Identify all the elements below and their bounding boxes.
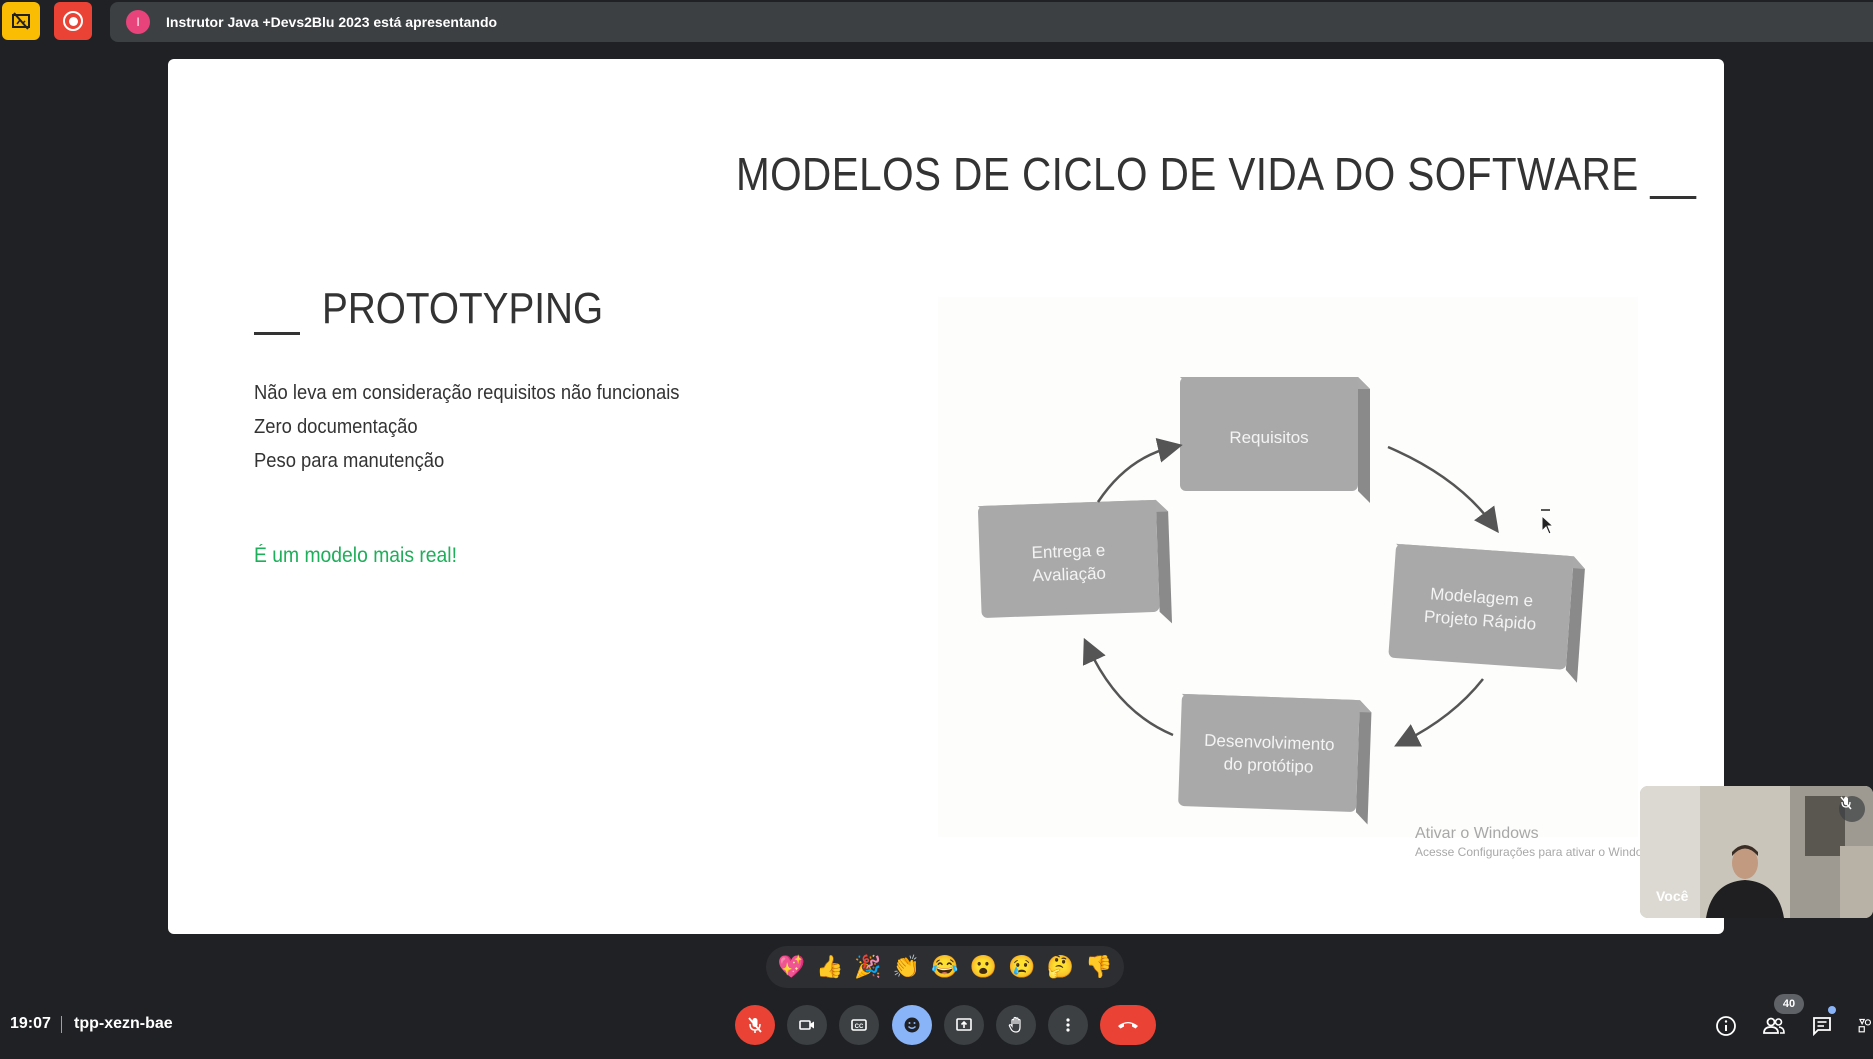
diagram-box-desenvolvimento: Desenvolvimento do protótipo bbox=[1178, 693, 1372, 825]
bullet-item: Peso para manutenção bbox=[254, 450, 445, 472]
meeting-details-button[interactable] bbox=[1713, 1013, 1739, 1039]
more-options-button[interactable] bbox=[1048, 1005, 1088, 1045]
bullet-list: Não leva em consideração requisitos não … bbox=[254, 376, 717, 478]
reactions-button[interactable] bbox=[892, 1005, 932, 1045]
emoji-icon bbox=[904, 1017, 920, 1033]
activities-icon bbox=[1858, 1018, 1872, 1033]
microphone-toggle-button[interactable] bbox=[735, 1005, 775, 1045]
reaction-clap[interactable]: 👏 bbox=[893, 956, 920, 978]
presenter-avatar: I bbox=[126, 10, 150, 34]
end-call-icon bbox=[1118, 1022, 1138, 1029]
hide-tile-icon bbox=[12, 12, 30, 30]
cycle-arrow bbox=[1096, 438, 1183, 503]
raise-hand-icon bbox=[1008, 1016, 1021, 1033]
self-video-tile[interactable]: Você bbox=[1640, 786, 1873, 918]
camera-toggle-button[interactable] bbox=[787, 1005, 827, 1045]
unread-indicator bbox=[1828, 1006, 1836, 1014]
diagram-box-requisitos: Requisitos bbox=[1180, 377, 1370, 503]
captions-button[interactable]: CC bbox=[839, 1005, 879, 1045]
presenting-text: Instrutor Java +Devs2Blu 2023 está apres… bbox=[166, 14, 498, 30]
recording-icon bbox=[63, 11, 83, 31]
reaction-sad[interactable]: 😢 bbox=[1008, 956, 1035, 978]
watermark-title: Ativar o Windows bbox=[1415, 825, 1539, 842]
svg-text:CC: CC bbox=[855, 1024, 864, 1030]
presenting-banner: I Instrutor Java +Devs2Blu 2023 está apr… bbox=[110, 2, 1873, 42]
self-name-label: Você bbox=[1656, 888, 1689, 904]
slide-title: MODELOS DE CICLO DE VIDA DO SOFTWARE __ bbox=[735, 148, 1696, 200]
cycle-arrow bbox=[1394, 678, 1484, 747]
reaction-thumbs-up[interactable]: 👍 bbox=[816, 956, 843, 978]
prototyping-cycle-diagram: Requisitos Modelagem e Projeto Rápido De… bbox=[938, 297, 1638, 837]
windows-activation-watermark: Ativar o Windows Acesse Configurações pa… bbox=[1415, 825, 1642, 859]
reaction-laugh[interactable]: 😂 bbox=[931, 956, 958, 978]
reaction-party[interactable]: 🎉 bbox=[854, 956, 881, 978]
raise-hand-button[interactable] bbox=[996, 1005, 1036, 1045]
box-label: Requisitos bbox=[1229, 428, 1308, 447]
top-bar: I Instrutor Java +Devs2Blu 2023 está apr… bbox=[0, 0, 1873, 42]
box-label: do protótipo bbox=[1223, 754, 1313, 776]
people-icon bbox=[1763, 1017, 1785, 1034]
participant-count-badge: 40 bbox=[1774, 994, 1804, 1014]
meeting-clock: 19:07 bbox=[10, 1015, 51, 1032]
more-vert-icon bbox=[1066, 1018, 1070, 1032]
presentation-slide: MODELOS DE CICLO DE VIDA DO SOFTWARE __ … bbox=[168, 59, 1724, 934]
reaction-thinking[interactable]: 🤔 bbox=[1047, 956, 1074, 978]
reactions-bar: 💖 👍 🎉 👏 😂 😮 😢 🤔 👎 bbox=[766, 946, 1124, 988]
mouse-cursor-icon bbox=[1541, 509, 1555, 535]
present-screen-icon bbox=[956, 1018, 972, 1031]
camera-icon bbox=[799, 1020, 814, 1030]
hide-tile-button[interactable] bbox=[2, 2, 40, 40]
diagram-box-entrega: Entrega e Avaliação bbox=[977, 499, 1173, 624]
watermark-subtitle: Acesse Configurações para ativar o Windo bbox=[1415, 845, 1643, 859]
box-label: Entrega e bbox=[1031, 541, 1105, 563]
self-mic-indicator bbox=[1839, 796, 1865, 822]
chat-button[interactable] bbox=[1809, 1013, 1835, 1039]
mic-off-icon bbox=[748, 1017, 762, 1033]
chat-icon bbox=[1813, 1017, 1831, 1037]
reaction-thumbs-down[interactable]: 👎 bbox=[1085, 956, 1112, 978]
diagram-box-modelagem: Modelagem e Projeto Rápido bbox=[1388, 543, 1585, 683]
section-underline bbox=[254, 332, 300, 335]
activities-button[interactable] bbox=[1857, 1013, 1873, 1039]
cycle-arrow bbox=[1082, 637, 1174, 737]
present-screen-button[interactable] bbox=[944, 1005, 984, 1045]
reaction-heart[interactable]: 💖 bbox=[778, 956, 805, 978]
recording-button[interactable] bbox=[54, 2, 92, 40]
divider bbox=[61, 1016, 62, 1033]
box-label: Avaliação bbox=[1032, 564, 1106, 586]
meeting-code: tpp-xezn-bae bbox=[74, 1015, 173, 1032]
cycle-arrow bbox=[1387, 445, 1499, 534]
people-button[interactable] bbox=[1761, 1013, 1787, 1039]
info-icon bbox=[1716, 1016, 1736, 1036]
mic-off-icon bbox=[1840, 796, 1852, 810]
section-heading: PROTOTYPING bbox=[322, 284, 604, 333]
captions-icon: CC bbox=[851, 1019, 867, 1031]
bullet-item: Não leva em consideração requisitos não … bbox=[254, 382, 680, 404]
highlight-text: É um modelo mais real! bbox=[254, 544, 457, 567]
bullet-item: Zero documentação bbox=[254, 416, 418, 438]
reaction-surprised[interactable]: 😮 bbox=[970, 956, 997, 978]
leave-call-button[interactable] bbox=[1100, 1005, 1156, 1045]
